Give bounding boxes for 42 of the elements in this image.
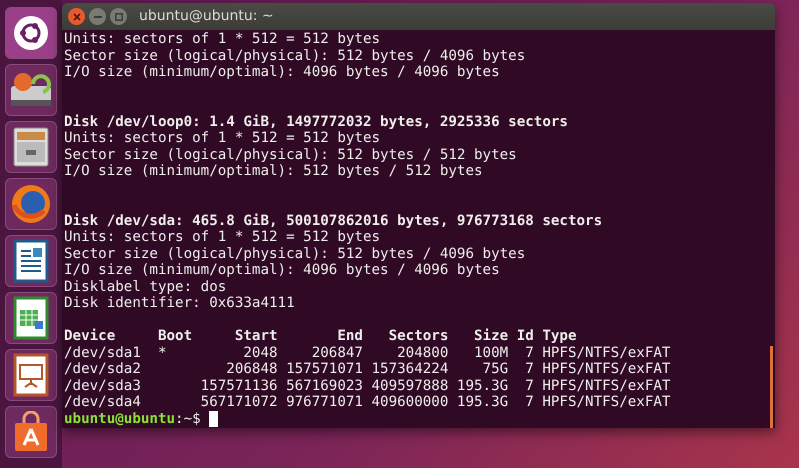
table-row: /dev/sda1 * 2048 206847 204800 100M 7 HPFS/NTFS/exFAT	[64, 344, 670, 361]
output-line: Units: sectors of 1 * 512 = 512 bytes	[64, 229, 380, 246]
output-line: Disklabel type: dos	[64, 278, 226, 295]
launcher-item[interactable]	[5, 406, 57, 458]
launcher-item[interactable]	[5, 64, 57, 116]
file-cabinet-icon	[11, 126, 51, 168]
presentation-icon	[13, 353, 49, 397]
launcher-item[interactable]	[5, 235, 57, 287]
scrollbar-thumb[interactable]	[770, 346, 773, 428]
document-icon	[13, 239, 49, 283]
maximize-icon	[114, 12, 122, 20]
close-button[interactable]	[68, 8, 85, 25]
shopping-bag-icon	[12, 411, 50, 453]
prompt-user-host: ubuntu@ubuntu	[64, 410, 176, 427]
output-line: Disk /dev/loop0: 1.4 GiB, 1497772032 bytes, 2925336 sectors	[64, 114, 568, 130]
spreadsheet-icon	[13, 296, 49, 340]
launcher-item[interactable]	[5, 349, 57, 401]
output-line: I/O size (minimum/optimal): 4096 bytes / 4096 bytes	[64, 64, 500, 80]
window-title: ubuntu@ubuntu: ~	[139, 7, 274, 26]
output-line: Sector size (logical/physical): 512 bytes / 4096 bytes	[64, 48, 526, 64]
output-line: I/O size (minimum/optimal): 512 bytes / 512 bytes	[64, 163, 483, 180]
table-row: /dev/sda4 567171072 976771071 409600000 195.3G 7 HPFS/NTFS/exFAT	[64, 394, 670, 410]
cursor	[209, 410, 218, 427]
table-header: Device Boot Start End Sectors Size Id Type	[64, 328, 576, 344]
table-row: /dev/sda2 206848 157571071 157364224 75G 7 HPFS/NTFS/exFAT	[64, 361, 670, 378]
output-line: Units: sectors of 1 * 512 = 512 bytes	[64, 31, 380, 48]
circle-of-friends-icon	[13, 15, 49, 51]
launcher-item[interactable]	[5, 121, 57, 173]
output-line: Disk /dev/sda: 465.8 GiB, 500107862016 bytes, 976773168 sectors	[64, 212, 602, 229]
output-line: Sector size (logical/physical): 512 bytes / 4096 bytes	[64, 246, 526, 262]
output-line: I/O size (minimum/optimal): 4096 bytes / 4096 bytes	[64, 262, 500, 278]
launcher-item[interactable]	[5, 292, 57, 344]
table-row: /dev/sda3 157571136 567169023 409597888 195.3G 7 HPFS/NTFS/exFAT	[64, 378, 670, 394]
launcher-item[interactable]	[5, 7, 57, 59]
maximize-button[interactable]	[110, 8, 127, 25]
minimize-icon	[94, 16, 102, 18]
prompt-path: :~$	[175, 410, 201, 427]
close-icon	[72, 12, 80, 20]
output-line: Sector size (logical/physical): 512 bytes / 512 bytes	[64, 146, 517, 163]
output-line: Units: sectors of 1 * 512 = 512 bytes	[64, 130, 380, 146]
minimize-button[interactable]	[89, 8, 106, 25]
output-line: Disk identifier: 0x633a4111	[64, 295, 295, 312]
